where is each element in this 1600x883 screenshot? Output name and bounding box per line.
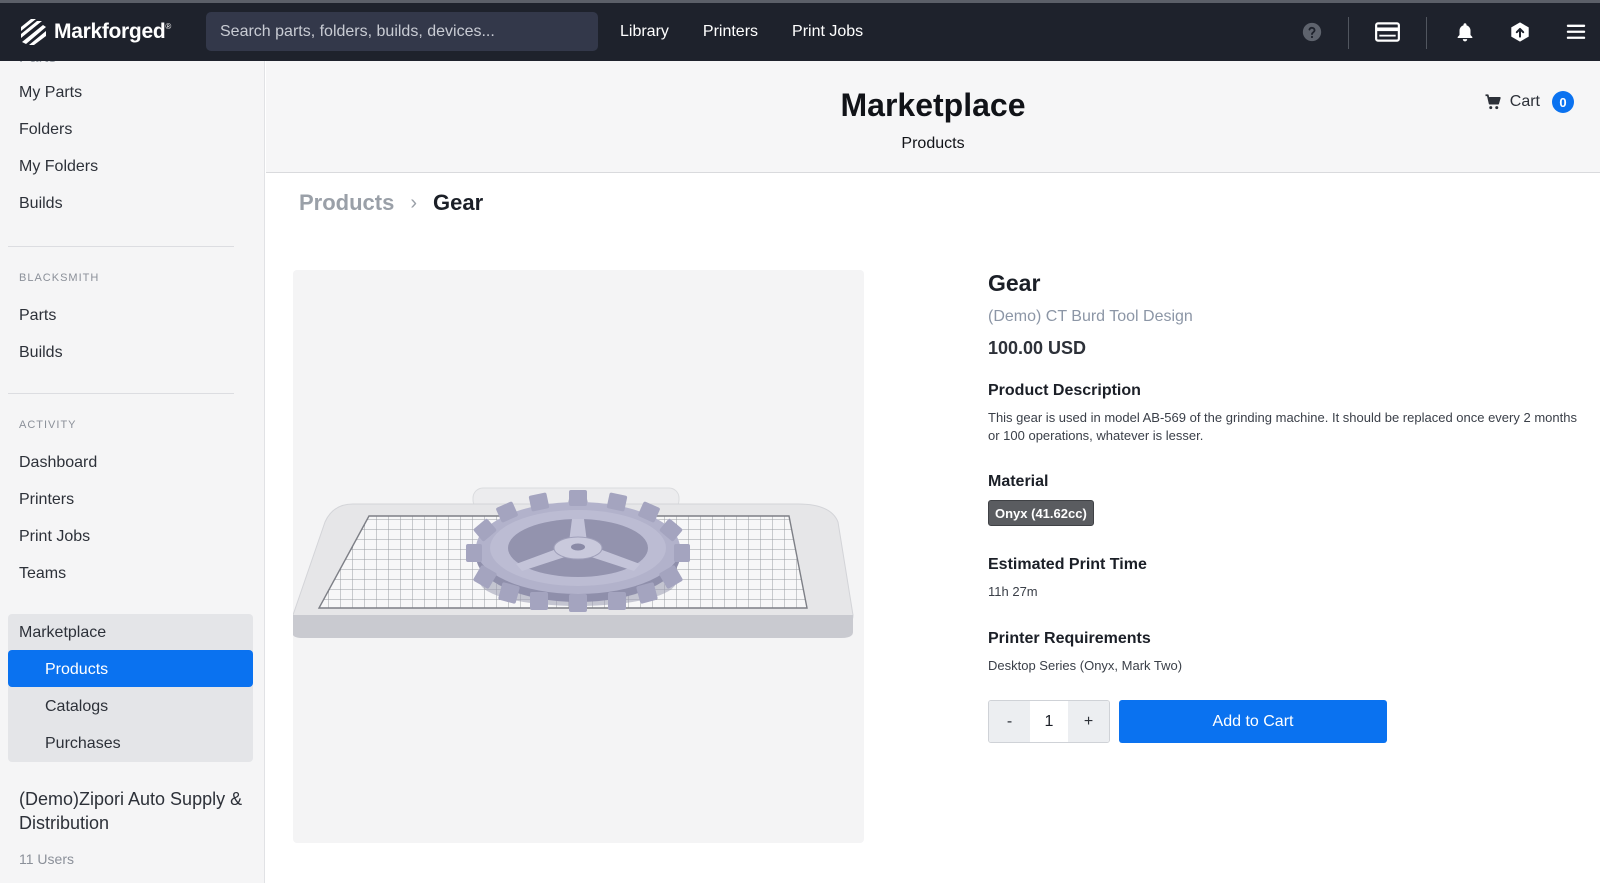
material-badge: Onyx (41.62cc) bbox=[988, 500, 1094, 526]
sidebar-item-blacksmith-parts[interactable]: Parts bbox=[19, 307, 56, 325]
breadcrumb-current: Gear bbox=[433, 190, 484, 215]
model-viewer[interactable] bbox=[292, 270, 864, 843]
brand-logo[interactable]: Markforged® bbox=[18, 15, 171, 49]
cart-icon bbox=[1485, 94, 1501, 110]
cart-label: Cart bbox=[1509, 93, 1540, 110]
add-to-cart-button[interactable]: Add to Cart bbox=[1119, 700, 1387, 743]
bell-icon[interactable] bbox=[1453, 20, 1477, 44]
billing-card-icon[interactable] bbox=[1373, 20, 1401, 44]
breadcrumb-products[interactable]: Products bbox=[299, 190, 394, 216]
sidebar-heading-blacksmith: BLACKSMITH bbox=[19, 272, 100, 284]
help-icon[interactable] bbox=[1300, 20, 1324, 44]
page-subtitle: Products bbox=[901, 135, 965, 152]
sidebar-subitem-catalogs[interactable]: Catalogs bbox=[45, 698, 108, 716]
print-time-value: 11h 27m bbox=[988, 584, 1038, 599]
description-label: Product Description bbox=[988, 382, 1141, 399]
sidebar-divider bbox=[8, 393, 234, 394]
sidebar-item-parts-clipped[interactable]: Parts bbox=[19, 61, 56, 67]
sidebar-subitem-products[interactable]: Products bbox=[45, 661, 108, 679]
print-time-label: Estimated Print Time bbox=[988, 556, 1147, 573]
top-nav: Library Printers Print Jobs bbox=[620, 3, 863, 61]
markforged-logo-icon bbox=[21, 19, 46, 45]
sidebar-subitem-purchases[interactable]: Purchases bbox=[45, 735, 121, 753]
page-title: Marketplace bbox=[840, 87, 1026, 123]
nav-library[interactable]: Library bbox=[620, 23, 669, 41]
cart-count-badge: 0 bbox=[1552, 91, 1574, 113]
material-label: Material bbox=[988, 473, 1049, 490]
icon-divider bbox=[1348, 17, 1349, 49]
sidebar-item-folders[interactable]: Folders bbox=[19, 121, 72, 139]
icon-divider bbox=[1426, 17, 1427, 49]
printer-requirements-label: Printer Requirements bbox=[988, 630, 1151, 647]
organization-name[interactable]: (Demo)Zipori Auto Supply & Distribution bbox=[19, 787, 249, 835]
nav-printers[interactable]: Printers bbox=[703, 23, 758, 41]
quantity-input[interactable] bbox=[1030, 701, 1068, 742]
menu-icon[interactable] bbox=[1564, 20, 1588, 44]
sidebar: Parts My Parts Folders My Folders Builds… bbox=[0, 61, 265, 883]
cart-button[interactable]: Cart 0 bbox=[1484, 91, 1574, 113]
sidebar-item-marketplace[interactable]: Marketplace bbox=[19, 624, 106, 642]
sidebar-heading-activity: ACTIVITY bbox=[19, 419, 77, 431]
printer-requirements-value: Desktop Series (Onyx, Mark Two) bbox=[988, 658, 1183, 673]
marketplace-header: Marketplace Products Cart 0 bbox=[266, 61, 1600, 173]
gear-model-preview bbox=[292, 487, 854, 638]
search-input[interactable] bbox=[206, 12, 598, 51]
sidebar-item-builds[interactable]: Builds bbox=[19, 195, 63, 213]
sidebar-item-printers[interactable]: Printers bbox=[19, 491, 74, 509]
product-description: This gear is used in model AB-569 of the… bbox=[988, 410, 1577, 443]
product-price: 100.00 USD bbox=[988, 338, 1087, 358]
organization-user-count: 11 Users bbox=[19, 851, 74, 867]
breadcrumb: Products › Gear bbox=[299, 190, 483, 216]
sidebar-item-my-folders[interactable]: My Folders bbox=[19, 158, 98, 176]
sidebar-item-teams[interactable]: Teams bbox=[19, 565, 66, 583]
sidebar-divider bbox=[8, 246, 234, 247]
product-vendor[interactable]: (Demo) CT Burd Tool Design bbox=[988, 308, 1193, 326]
sidebar-item-dashboard[interactable]: Dashboard bbox=[19, 454, 97, 472]
quantity-decrement-button[interactable]: - bbox=[989, 701, 1030, 742]
quantity-stepper: - + bbox=[988, 700, 1110, 743]
nav-print-jobs[interactable]: Print Jobs bbox=[792, 23, 863, 41]
top-icon-group bbox=[1240, 3, 1600, 61]
upload-icon[interactable] bbox=[1508, 20, 1532, 44]
brand-name: Markforged® bbox=[54, 20, 171, 43]
sidebar-item-print-jobs[interactable]: Print Jobs bbox=[19, 528, 90, 546]
quantity-increment-button[interactable]: + bbox=[1068, 701, 1109, 742]
product-title: Gear bbox=[988, 270, 1041, 296]
top-bar: Markforged® Library Printers Print Jobs bbox=[0, 0, 1600, 61]
sidebar-item-blacksmith-builds[interactable]: Builds bbox=[19, 344, 63, 362]
sidebar-item-my-parts[interactable]: My Parts bbox=[19, 84, 82, 102]
breadcrumb-separator: › bbox=[410, 191, 418, 214]
